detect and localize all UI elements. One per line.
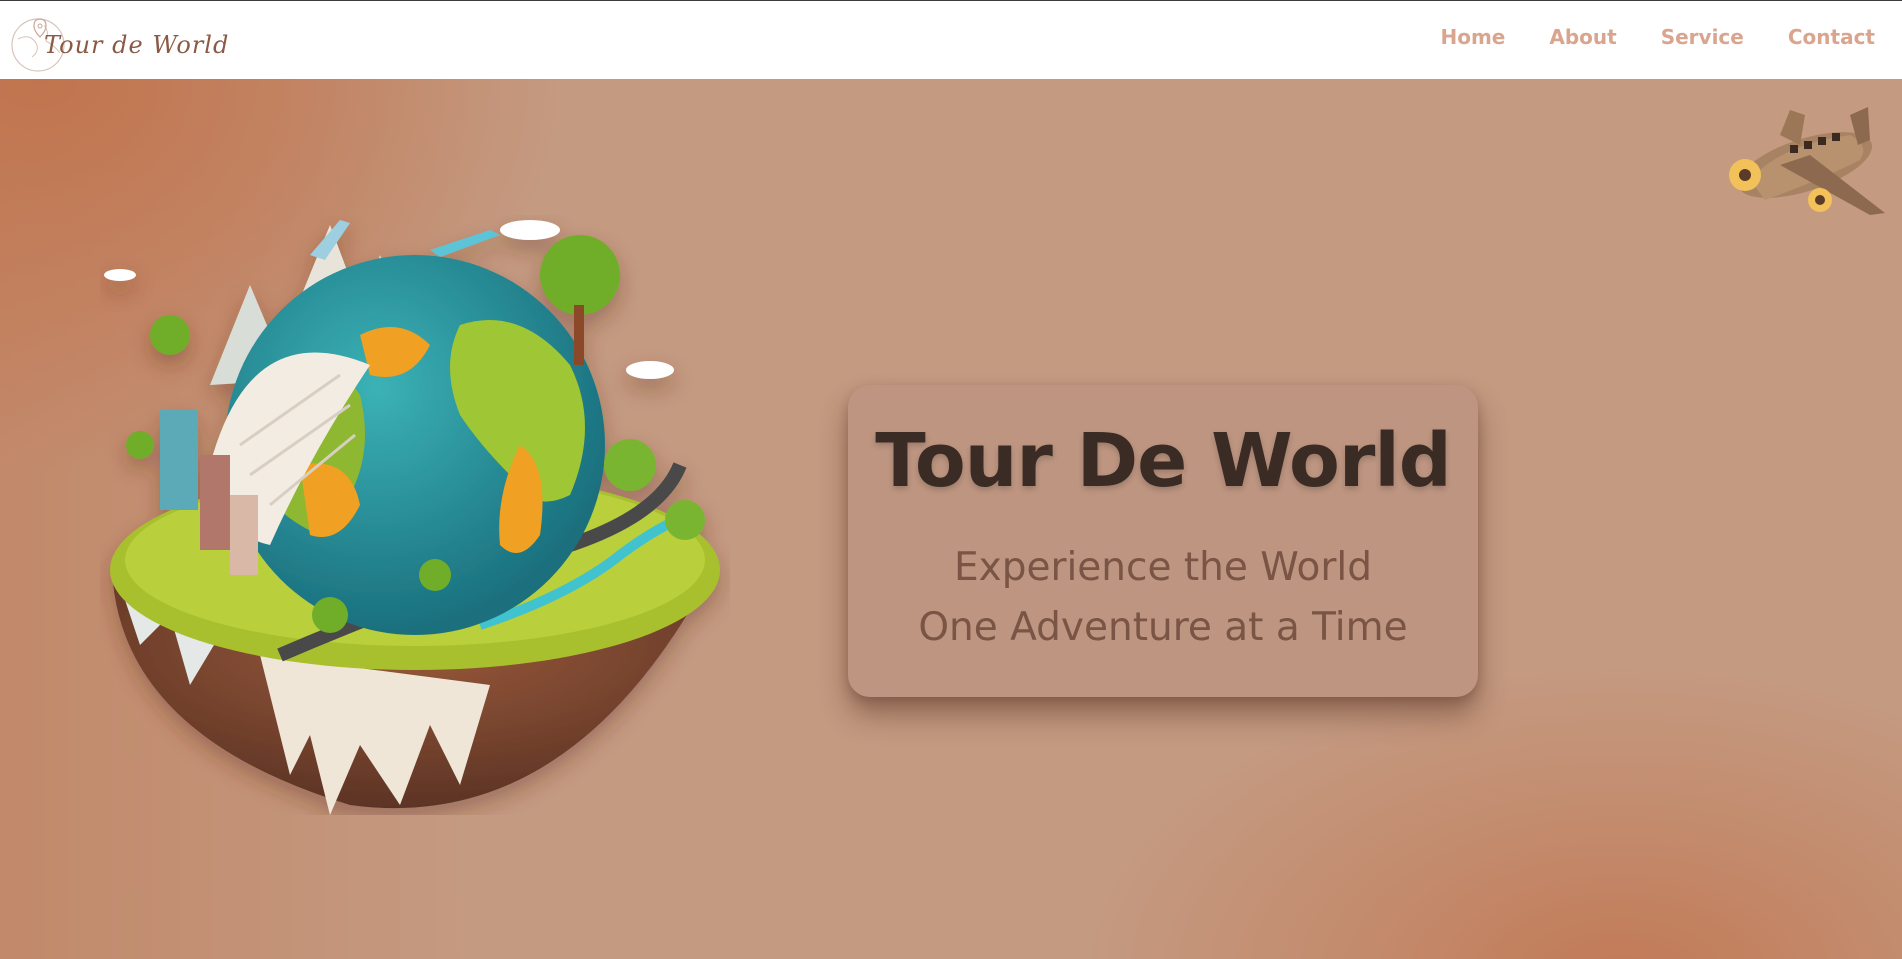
hero-subtitle-line2: One Adventure at a Time xyxy=(918,605,1408,651)
hero-card: Tour De World Experience the World One A… xyxy=(848,385,1478,697)
nav-service-link[interactable]: Service xyxy=(1661,25,1744,49)
main-nav: Home About Service Contact xyxy=(1440,25,1875,49)
hero-subtitle-line1: Experience the World xyxy=(953,545,1373,591)
nav-contact-link[interactable]: Contact xyxy=(1788,25,1875,49)
nav-home-link[interactable]: Home xyxy=(1440,25,1505,49)
plane-illustration xyxy=(1720,105,1895,235)
hero-subtitle: Experience the World One Adventure at a … xyxy=(848,538,1478,658)
site-logo[interactable]: Tour de World xyxy=(10,13,228,73)
top-navbar: Tour de World Home About Service Contact xyxy=(0,0,1902,79)
globe-illustration xyxy=(100,215,730,815)
landing-page: Tour de World Home About Service Contact xyxy=(0,0,1902,959)
nav-about-link[interactable]: About xyxy=(1549,25,1616,49)
hero-title: Tour De World xyxy=(875,418,1451,504)
logo-text: Tour de World xyxy=(44,31,230,59)
